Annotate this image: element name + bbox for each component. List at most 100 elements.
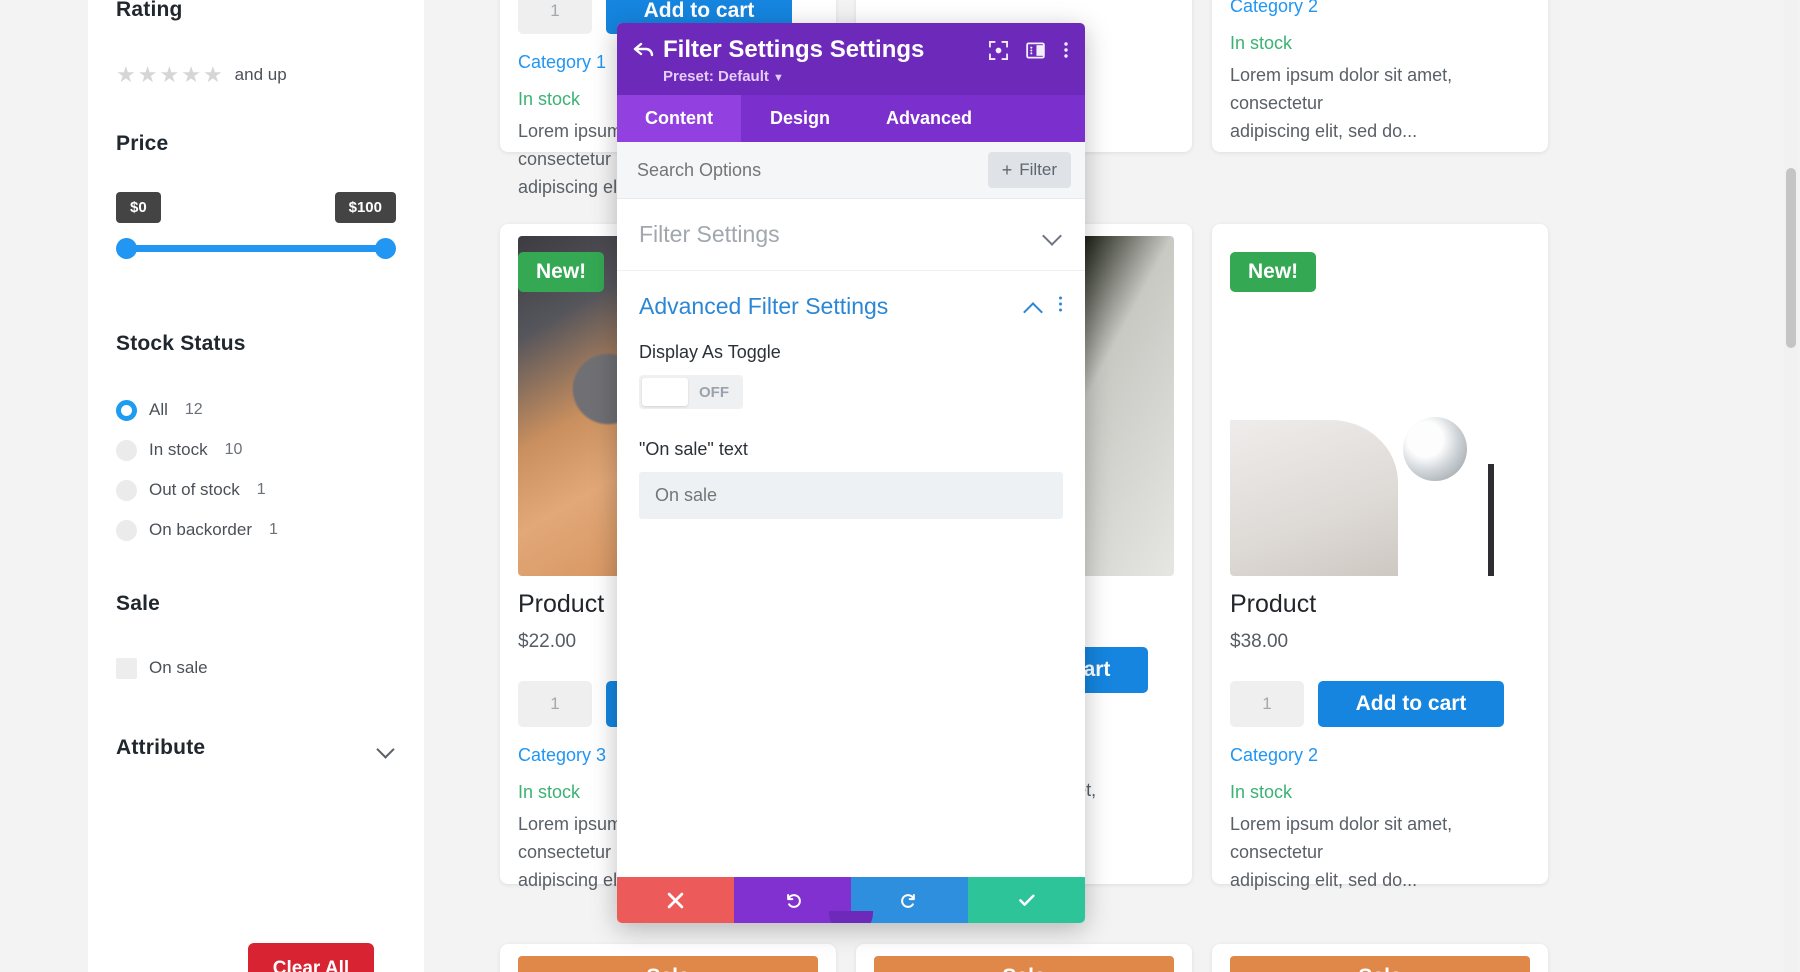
section-options-icon[interactable]: [1058, 295, 1063, 318]
tab-content[interactable]: Content: [617, 95, 741, 142]
star-icon[interactable]: ★: [159, 64, 179, 86]
section-advanced-filter-settings[interactable]: Advanced Filter Settings: [617, 271, 1085, 328]
product-title[interactable]: Product: [1230, 590, 1530, 619]
star-icon[interactable]: ★: [203, 64, 223, 86]
modal-body: Filter Settings Advanced Filter Settings: [617, 199, 1085, 877]
stock-option-count: 12: [184, 401, 203, 418]
stock-option-in-stock[interactable]: In stock 10: [116, 430, 396, 470]
field-label: "On sale" text: [639, 439, 748, 459]
stock-option-out-of-stock[interactable]: Out of stock 1: [116, 470, 396, 510]
back-arrow-icon[interactable]: [633, 40, 663, 60]
filter-sidebar: Rating ★ ★ ★ ★ ★ and up Price $0 $100 St…: [88, 0, 424, 972]
field-label: Display As Toggle: [639, 342, 781, 362]
checkbox-icon[interactable]: [116, 657, 137, 679]
section-title: Advanced Filter Settings: [639, 293, 889, 319]
modal-tabs: Content Design Advanced: [617, 95, 1085, 142]
new-badge: New!: [518, 252, 605, 292]
clear-all-button[interactable]: Clear All: [248, 943, 374, 972]
modal-header: Filter Settings Settings Preset: Default…: [617, 23, 1085, 95]
preset-selector[interactable]: Preset: Default ▼: [663, 68, 1069, 85]
stock-option-count: 10: [224, 441, 243, 458]
chevron-down-icon: ▼: [773, 72, 784, 84]
field-on-sale-text: "On sale" text: [617, 411, 1085, 519]
field-display-as-toggle: Display As Toggle OFF: [617, 328, 1085, 411]
display-as-toggle-switch[interactable]: OFF: [639, 375, 743, 409]
filter-button-label: Filter: [1019, 160, 1057, 179]
attribute-section[interactable]: Attribute: [88, 736, 424, 760]
price-slider-track[interactable]: [124, 245, 388, 252]
rating-and-up-label: and up: [234, 65, 287, 84]
product-card: Sale: [856, 944, 1192, 972]
stock-option-label: Out of stock: [149, 480, 240, 499]
quantity-input[interactable]: 1: [1230, 681, 1304, 727]
price-slider-min-handle[interactable]: [116, 238, 137, 259]
sale-option-on-sale[interactable]: On sale: [116, 648, 396, 688]
stock-option-count: 1: [256, 481, 266, 498]
search-input[interactable]: [637, 159, 988, 181]
star-icon[interactable]: ★: [116, 64, 136, 86]
module-settings-modal: Filter Settings Settings Preset: Default…: [617, 23, 1085, 923]
star-icon[interactable]: ★: [181, 64, 201, 86]
add-filter-button[interactable]: + Filter: [987, 152, 1071, 188]
product-card: New! Product $38.00 1 Add to cart Catego…: [1212, 224, 1548, 890]
product-stock-status: In stock: [1230, 33, 1293, 53]
radio-icon[interactable]: [116, 399, 137, 421]
cancel-button[interactable]: [617, 877, 734, 923]
sale-badge: Sale: [1230, 956, 1530, 972]
plus-icon: +: [1001, 160, 1013, 180]
rating-heading: Rating: [116, 0, 183, 21]
stock-status-heading: Stock Status: [116, 332, 246, 355]
app-root: Rating ★ ★ ★ ★ ★ and up Price $0 $100 St…: [0, 0, 1800, 972]
modal-drag-handle[interactable]: [829, 911, 873, 923]
options-search-bar: + Filter: [617, 142, 1085, 199]
scrollbar-thumb[interactable]: [1786, 168, 1796, 348]
save-button[interactable]: [968, 877, 1085, 923]
new-badge: New!: [1230, 252, 1317, 292]
price-bubbles: $0 $100: [116, 192, 396, 226]
price-slider-max-handle[interactable]: [375, 238, 396, 259]
tab-design[interactable]: Design: [741, 95, 859, 142]
product-category-link[interactable]: Category 2: [1230, 745, 1530, 766]
radio-icon[interactable]: [116, 439, 137, 461]
product-description: adipiscing elit, sed do...: [1230, 120, 1418, 141]
price-range-slider[interactable]: [116, 238, 396, 260]
star-icon[interactable]: ★: [138, 64, 158, 86]
section-title: Filter Settings: [639, 221, 780, 247]
product-category-link[interactable]: Category 2: [1230, 0, 1530, 17]
attribute-heading: Attribute: [116, 736, 206, 759]
chevron-down-icon[interactable]: [1041, 224, 1063, 246]
stock-option-label: All: [149, 400, 168, 419]
price-heading: Price: [116, 132, 169, 155]
modal-title: Filter Settings Settings: [663, 36, 925, 63]
toggle-state-label: OFF: [699, 383, 729, 401]
quantity-input[interactable]: 1: [518, 681, 592, 727]
chevron-down-icon[interactable]: [376, 738, 396, 758]
stock-option-count: 1: [269, 521, 278, 538]
radio-icon[interactable]: [116, 479, 137, 501]
focus-icon[interactable]: [989, 40, 1008, 60]
layout-panel-icon[interactable]: [1026, 41, 1045, 60]
sale-heading: Sale: [116, 592, 160, 615]
tab-advanced[interactable]: Advanced: [859, 95, 999, 142]
chevron-up-icon[interactable]: [1022, 296, 1044, 318]
page-scrollbar[interactable]: [1784, 0, 1798, 972]
add-to-cart-button[interactable]: Add to cart: [1318, 681, 1504, 727]
sale-badge: Sale: [518, 956, 818, 972]
sale-badge: Sale: [874, 956, 1174, 972]
sale-option-label: On sale: [149, 658, 208, 677]
rating-stars[interactable]: ★ ★ ★ ★ ★ and up: [116, 64, 396, 86]
quantity-input[interactable]: 1: [518, 0, 592, 34]
price-section: Price $0 $100: [88, 132, 424, 260]
stock-option-on-backorder[interactable]: On backorder 1: [116, 510, 396, 550]
stock-status-section: Stock Status All 12 In stock 10 Out of s…: [88, 332, 424, 550]
stock-option-all[interactable]: All 12: [116, 390, 396, 430]
radio-icon[interactable]: [116, 519, 137, 541]
section-filter-settings[interactable]: Filter Settings: [617, 199, 1085, 271]
product-card: Sale: [1212, 944, 1548, 972]
on-sale-text-input[interactable]: [639, 472, 1063, 519]
more-vertical-icon[interactable]: [1063, 40, 1069, 60]
preset-label: Preset: Default: [663, 68, 769, 85]
toggle-knob[interactable]: [642, 378, 688, 406]
stock-option-label: On backorder: [149, 520, 252, 539]
product-card: Category 2 In stock Lorem ipsum dolor si…: [1212, 0, 1548, 152]
